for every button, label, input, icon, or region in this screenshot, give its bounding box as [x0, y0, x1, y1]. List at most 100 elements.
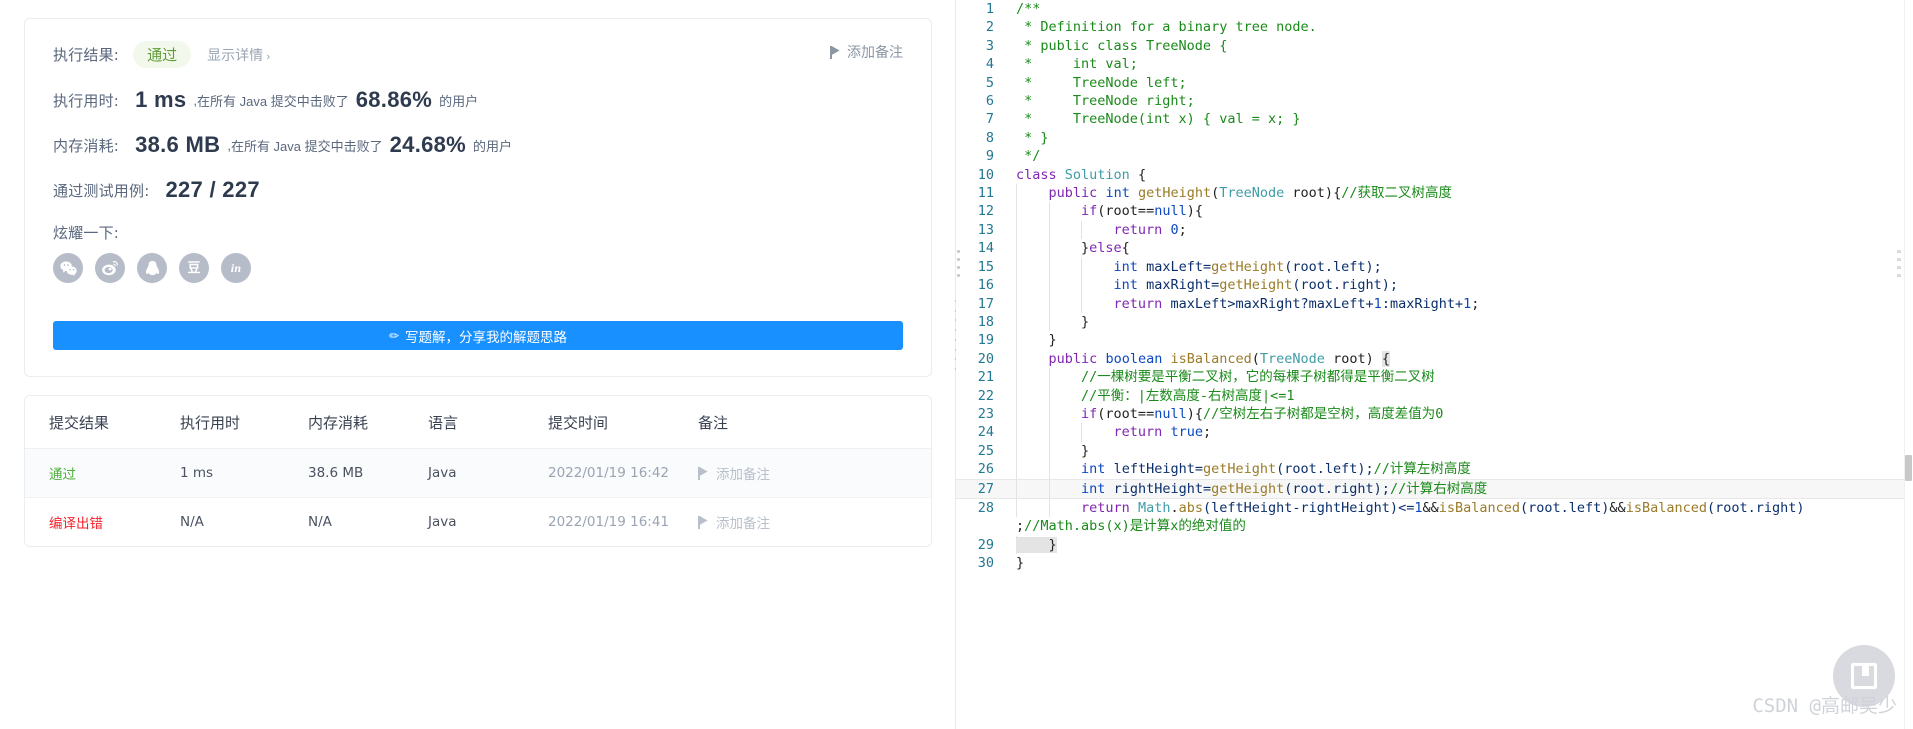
code-token: return [1113, 424, 1163, 441]
code-editor[interactable]: 1/** 2 * Definition for a binary tree nod… [956, 0, 1913, 729]
add-note-button[interactable]: 添加备注 [830, 42, 903, 62]
code-token: 1 [1373, 295, 1382, 312]
overview-ruler-mark [1897, 250, 1901, 253]
code-line[interactable]: 4 * int val; [956, 55, 1913, 73]
qq-icon[interactable] [137, 253, 167, 283]
code-text: class Solution { [1008, 166, 1913, 184]
code-line[interactable]: 30} [956, 554, 1913, 572]
code-token: return [1113, 221, 1163, 238]
line-number: 22 [977, 387, 994, 404]
testcases-value: 227 / 227 [165, 177, 260, 202]
indent-guide [1016, 404, 1017, 424]
code-token: } [1016, 240, 1090, 257]
code-line[interactable]: 26 int leftHeight=getHeight(root.left);/… [956, 460, 1913, 479]
indent-guide [1016, 220, 1017, 240]
code-line[interactable]: 7 * TreeNode(int x) { val = x; } [956, 110, 1913, 128]
table-header-row: 提交结果 执行用时 内存消耗 语言 提交时间 备注 [25, 396, 931, 449]
indent-guide [1016, 368, 1017, 387]
douban-icon[interactable]: 豆 [179, 253, 209, 283]
show-detail-link[interactable]: 显示详情 › [207, 45, 270, 65]
wechat-icon[interactable] [53, 253, 83, 283]
code-token: abs [1178, 499, 1203, 516]
memory-percentile: 24.68% [389, 132, 467, 157]
code-token: maxRight= [1146, 277, 1220, 294]
editor-scrollbar-thumb[interactable] [1905, 455, 1912, 481]
flag-icon [830, 45, 841, 59]
code-token: isBalanced [1170, 350, 1252, 367]
line-number: 25 [977, 442, 994, 459]
row-runtime: 1 ms [180, 448, 308, 498]
row-status[interactable]: 编译出错 [49, 516, 103, 532]
code-line[interactable]: 6 * TreeNode right; [956, 92, 1913, 110]
table-row[interactable]: 编译出错 N/A N/A Java 2022/01/19 16:41 添加备注 [25, 498, 931, 547]
code-token: null [1154, 405, 1187, 422]
table-row[interactable]: 通过 1 ms 38.6 MB Java 2022/01/19 16:42 添加… [25, 448, 931, 498]
code-token: TreeNode [1219, 185, 1285, 202]
linkedin-icon[interactable]: in [221, 253, 251, 283]
code-token: root){ [1284, 185, 1342, 202]
code-line[interactable]: 12 if(root==null){ [956, 202, 1913, 221]
code-line[interactable]: 9 */ [956, 147, 1913, 165]
col-submit-time: 提交时间 [548, 396, 698, 449]
line-number: 21 [977, 369, 994, 386]
code-line[interactable]: 1 /** [956, 0, 1913, 18]
code-line[interactable]: 3 * public class TreeNode { [956, 37, 1913, 55]
code-line[interactable]: 19 } [956, 331, 1913, 350]
code-token: (root.left); [1284, 258, 1382, 275]
code-line[interactable]: 27 int rightHeight=getHeight(root.right)… [956, 478, 1913, 499]
write-solution-button[interactable]: ✏ 写题解，分享我的解题思路 [53, 321, 903, 350]
code-line[interactable]: 11 public int getHeight(TreeNode root){/… [956, 184, 1913, 203]
code-line[interactable]: 20 public boolean isBalanced(TreeNode ro… [956, 349, 1913, 369]
code-token: int [1105, 185, 1130, 202]
code-line[interactable]: 10 class Solution { [956, 166, 1913, 184]
code-line[interactable]: 16 int maxRight=getHeight(root.right); [956, 276, 1913, 295]
code-token: leftHeight= [1113, 461, 1203, 478]
code-line[interactable]: 2 * Definition for a binary tree node. [956, 18, 1913, 36]
indent-guide [1048, 276, 1050, 295]
code-line-wrapped[interactable]: ;//Math.abs(x)是计算x的绝对值的 [956, 517, 1913, 535]
code-token: maxLeft= [1146, 258, 1212, 275]
code-line[interactable]: 17 return maxLeft>maxRight?maxLeft+1:max… [956, 294, 1913, 313]
code-line[interactable]: 24 return true; [956, 423, 1913, 442]
code-line[interactable]: 18 } [956, 312, 1913, 332]
editor-scrollbar[interactable] [1904, 0, 1913, 729]
testcases-row: 通过测试用例: 227 / 227 [53, 177, 903, 203]
row-add-note-label: 添加备注 [716, 516, 770, 532]
code-token: int [1081, 461, 1106, 478]
row-add-note-button[interactable]: 添加备注 [698, 512, 931, 532]
weibo-icon[interactable] [95, 253, 125, 283]
indent-guide [1016, 239, 1017, 258]
code-text: //平衡：|左数高度-右树高度|<=1 [1008, 386, 1913, 405]
indent-guide [1016, 202, 1017, 221]
memory-row: 内存消耗: 38.6 MB , 在所有 Java 提交中击败了 24.68% 的… [53, 132, 903, 158]
code-token: //一棵树要是平衡二叉树，它的每棵子树都得是平衡二叉树 [1081, 369, 1435, 386]
code-token: 1 [1463, 295, 1472, 312]
code-line[interactable]: 28 return Math.abs(leftHeight-rightHeigh… [956, 498, 1913, 518]
code-token: . [1170, 499, 1179, 516]
code-line[interactable]: 13 return 0; [956, 220, 1913, 240]
indent-guide [1016, 276, 1017, 295]
code-token: public [1048, 185, 1098, 202]
code-line[interactable]: 21 //一棵树要是平衡二叉树，它的每棵子树都得是平衡二叉树 [956, 368, 1913, 387]
code-token: //空树左右子树都是空树，高度差值为0 [1202, 405, 1444, 422]
share-icons-row: 豆 in [53, 253, 903, 283]
row-time: 2022/01/19 16:42 [548, 448, 698, 498]
code-line[interactable]: 29 } [956, 535, 1913, 555]
row-status[interactable]: 通过 [49, 467, 76, 483]
code-token: (root== [1097, 405, 1155, 422]
code-line[interactable]: 14 }else{ [956, 239, 1913, 258]
code-token: getHeight [1211, 480, 1285, 497]
code-line[interactable]: 15 int maxLeft=getHeight(root.left); [956, 257, 1913, 277]
code-line[interactable]: 22 //平衡：|左数高度-右树高度|<=1 [956, 386, 1913, 405]
code-line[interactable]: 8 * } [956, 129, 1913, 147]
code-text: } [1008, 312, 1913, 332]
indent-guide [1016, 423, 1017, 442]
row-add-note-button[interactable]: 添加备注 [698, 463, 931, 483]
code-line[interactable]: 5 * TreeNode left; [956, 74, 1913, 92]
code-line[interactable]: 23 if(root==null){//空树左右子树都是空树，高度差值为0 [956, 404, 1913, 424]
code-token: 0 [1170, 221, 1179, 238]
code-token: //获取二叉树高度 [1341, 185, 1452, 202]
code-text: return 0; [1008, 220, 1913, 240]
code-line[interactable]: 25 } [956, 441, 1913, 461]
